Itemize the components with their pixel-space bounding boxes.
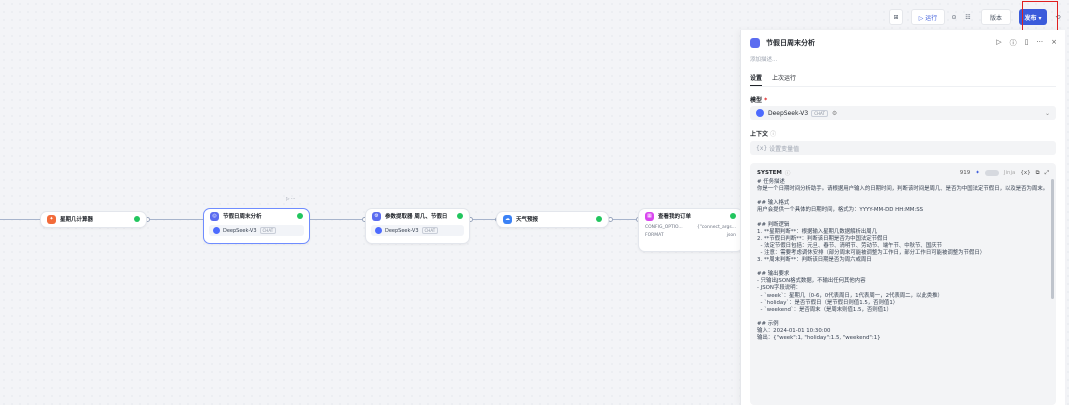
chevron-down-icon: ⌄ <box>1044 109 1050 117</box>
add-icon[interactable]: ✦ <box>975 170 980 176</box>
calculator-icon: ✦ <box>47 214 56 224</box>
node-param-extractor[interactable]: ⚙ 参数提取器 周几、节假日 DeepSeek-V3 CHAT <box>365 208 470 244</box>
required-marker: * <box>764 97 768 104</box>
expand-icon[interactable]: ⤢ <box>1045 170 1049 177</box>
tool-icon: ▦ <box>645 211 654 221</box>
edge <box>147 219 203 220</box>
help-icon: ⓘ <box>784 171 791 177</box>
context-label: 上下文 ⓘ <box>750 129 776 138</box>
jinja-label: Jinja <box>1003 170 1016 176</box>
edge <box>470 219 496 220</box>
layout-icon[interactable]: ⊞ <box>889 9 903 25</box>
scrollbar[interactable] <box>1051 179 1054 299</box>
success-icon <box>457 213 463 219</box>
success-icon <box>134 216 140 222</box>
node-title: 参数提取器 周几、节假日 <box>385 214 448 220</box>
model-tag: CHAT <box>259 227 277 234</box>
version-button[interactable]: 版本 <box>981 9 1011 25</box>
system-label: SYSTEM <box>757 170 782 176</box>
node-title: 节假日周末分析 <box>223 214 262 220</box>
docs-icon[interactable]: ▯ <box>1025 38 1029 48</box>
success-icon <box>730 213 736 219</box>
param-key: CONFIG_OPTIO... <box>645 224 683 230</box>
model-chip: DeepSeek-V3 CHAT <box>371 225 464 236</box>
model-tag: CHAT <box>811 109 828 117</box>
extractor-icon: ⚙ <box>372 211 381 221</box>
param-row: CONFIG_OPTIO... {"connect_args... <box>639 223 742 231</box>
close-icon[interactable]: × <box>1051 38 1057 48</box>
param-value: {"connect_args... <box>696 224 736 230</box>
model-name: DeepSeek-V3 <box>223 227 257 234</box>
context-label-text: 上下文 <box>750 131 769 138</box>
deepseek-icon <box>756 109 764 117</box>
help-icon: ⓘ <box>770 131 777 138</box>
node-title: 查看我的订单 <box>658 214 692 220</box>
deepseek-icon <box>375 227 382 234</box>
jinja-toggle[interactable] <box>984 170 999 176</box>
success-icon <box>297 213 303 219</box>
model-label: 模型 * <box>750 95 767 104</box>
node-title: 天气预报 <box>516 217 539 223</box>
info-icon[interactable]: ⓘ <box>1010 38 1017 48</box>
model-value: DeepSeek-V3 <box>768 109 809 117</box>
tab-last-run[interactable]: 上次运行 <box>772 73 796 86</box>
model-name: DeepSeek-V3 <box>385 227 419 234</box>
panel-tabs: 设置 上次运行 <box>750 73 1056 87</box>
edge <box>310 219 365 220</box>
node-weekday-calculator[interactable]: ✦ 星期几计算器 <box>40 211 147 228</box>
node-title: 星期几计算器 <box>60 217 94 223</box>
model-chip: DeepSeek-V3 CHAT <box>209 225 304 236</box>
menu-icon[interactable]: ☷ <box>961 9 975 25</box>
node-toolbar[interactable]: ▷ ··· <box>286 197 304 205</box>
deepseek-icon <box>213 227 220 234</box>
description-input[interactable]: 添加描述... <box>750 55 777 63</box>
param-key: FORMAT <box>645 232 664 238</box>
panel-title: 节假日周末分析 <box>766 39 815 47</box>
context-placeholder: 设置变量值 <box>769 145 800 153</box>
prompt-text[interactable]: # 任务描述 你是一个日期时间分析助手。请根据用户输入的日期时间，判断该时间是周… <box>757 179 1049 342</box>
node-holiday-analysis[interactable]: ◎ 节假日周末分析 DeepSeek-V3 CHAT <box>203 208 310 244</box>
param-value: json <box>726 232 736 238</box>
weather-icon: ☁ <box>503 214 512 224</box>
model-label-text: 模型 <box>750 97 763 104</box>
model-select[interactable]: DeepSeek-V3 CHAT ⚙ ⌄ <box>750 106 1056 120</box>
debug-icon[interactable]: ⊙ <box>947 9 961 25</box>
node-settings-panel: 节假日周末分析 ▷ ⓘ ▯ ··· × 添加描述... 设置 上次运行 模型 *… <box>740 30 1065 405</box>
more-icon[interactable]: ··· <box>1036 38 1043 48</box>
copy-icon[interactable]: ⧉ <box>1036 170 1040 177</box>
node-my-orders[interactable]: ▦ 查看我的订单 CONFIG_OPTIO... {"connect_args...… <box>638 208 743 252</box>
node-weather[interactable]: ☁ 天气预报 <box>496 211 609 228</box>
settings-icon[interactable]: ⚙ <box>832 110 837 117</box>
param-row: FORMAT json <box>639 231 742 239</box>
token-count: 919 <box>959 170 971 176</box>
success-icon <box>596 216 602 222</box>
run-icon[interactable]: ▷ <box>996 38 1001 48</box>
llm-icon: ◎ <box>210 211 219 221</box>
context-input[interactable]: {x} 设置变量值 <box>750 141 1056 155</box>
llm-icon <box>750 38 760 48</box>
variable-icon: {x} <box>756 144 770 152</box>
edge <box>610 219 638 220</box>
model-tag: CHAT <box>421 227 439 234</box>
system-prompt-editor[interactable]: SYSTEM ⓘ 919 ✦ Jinja {x} ⧉ ⤢ # 任务描述 你是一个… <box>750 163 1056 405</box>
variable-icon[interactable]: {x} <box>1020 170 1030 176</box>
run-button[interactable]: ▷ 运行 <box>911 9 945 25</box>
edge <box>0 219 40 220</box>
tab-settings[interactable]: 设置 <box>750 73 763 86</box>
